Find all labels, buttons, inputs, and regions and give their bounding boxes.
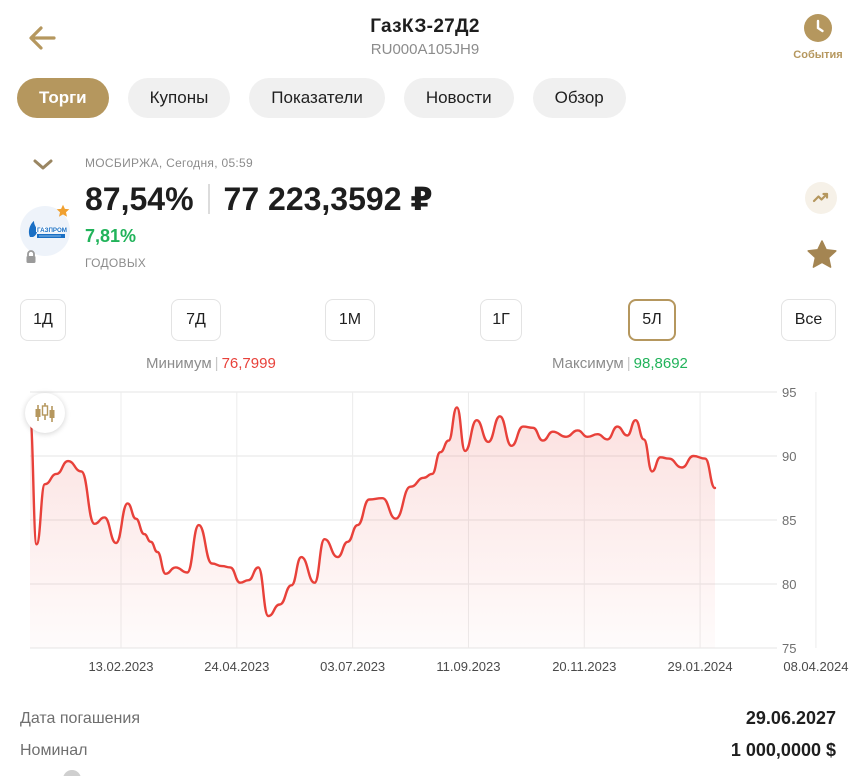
info-row-nominal: Номинал 1 000,0000 $ bbox=[20, 740, 836, 761]
price-chart[interactable]: 95 90 85 80 75 13.02.2023 24.04.2023 03.07.202… bbox=[0, 380, 850, 680]
min-label: Минимум bbox=[146, 355, 212, 372]
collapse-button[interactable] bbox=[30, 154, 56, 174]
x-axis: 13.02.2023 24.04.2023 03.07.2023 11.09.2023… bbox=[88, 659, 848, 674]
info-row-maturity: Дата погашения 29.06.2027 bbox=[20, 708, 836, 729]
price-value: 77 223,3592 ₽ bbox=[223, 181, 433, 217]
price-line: 87,54% 77 223,3592 ₽ bbox=[85, 180, 433, 218]
x-tick-label: 08.04.2024 bbox=[783, 659, 848, 674]
x-tick-label: 13.02.2023 bbox=[88, 659, 153, 674]
max-label: Максимум bbox=[552, 355, 624, 372]
trend-icon bbox=[812, 192, 829, 203]
maturity-label: Дата погашения bbox=[20, 709, 140, 727]
exchange-timestamp: МОСБИРЖА, Сегодня, 05:59 bbox=[85, 156, 254, 170]
y-tick-label: 80 bbox=[782, 577, 796, 592]
nominal-value: 1 000,0000 $ bbox=[730, 740, 836, 760]
period-1m[interactable]: 1М bbox=[325, 299, 375, 341]
x-tick-label: 11.09.2023 bbox=[436, 659, 500, 674]
tab-bar: Торги Купоны Показатели Новости Обзор bbox=[17, 78, 626, 118]
period-5y[interactable]: 5Л bbox=[628, 299, 676, 341]
title-block: ГазКЗ-27Д2 RU000A105JH9 bbox=[0, 16, 850, 58]
x-tick-label: 03.07.2023 bbox=[320, 659, 385, 674]
events-button[interactable]: События bbox=[786, 14, 850, 61]
quote-block: МОСБИРЖА, Сегодня, 05:59 87,54% 77 223,3… bbox=[0, 150, 850, 280]
y-tick-label: 90 bbox=[782, 449, 796, 464]
period-all[interactable]: Все bbox=[781, 299, 836, 341]
tab-overview[interactable]: Обзор bbox=[532, 78, 626, 118]
min-value: 76,7999 bbox=[221, 355, 276, 372]
y-tick-label: 85 bbox=[782, 513, 796, 528]
lock-icon bbox=[26, 250, 36, 263]
period-selector: 1Д 7Д 1М 1Г 5Л Все bbox=[20, 299, 836, 341]
arrow-left-icon bbox=[29, 26, 56, 50]
period-1d[interactable]: 1Д bbox=[20, 299, 66, 341]
page-title: ГазКЗ-27Д2 bbox=[370, 16, 480, 37]
tab-trading[interactable]: Торги bbox=[17, 78, 109, 118]
candlestick-toggle-button[interactable] bbox=[25, 393, 65, 433]
x-tick-label: 29.01.2024 bbox=[668, 659, 733, 674]
trend-button[interactable] bbox=[805, 182, 837, 214]
min-block: Минимум | 76,7999 bbox=[146, 355, 276, 372]
x-tick-label: 24.04.2023 bbox=[204, 659, 269, 674]
nominal-label: Номинал bbox=[20, 741, 88, 759]
logo-text: ГАЗПРОМ bbox=[37, 227, 67, 234]
isin-code: RU000A105JH9 bbox=[370, 41, 480, 58]
tab-news[interactable]: Новости bbox=[403, 78, 514, 118]
tab-coupons[interactable]: Купоны bbox=[127, 78, 231, 118]
clock-icon bbox=[804, 14, 832, 42]
yield-label: ГОДОВЫХ bbox=[85, 256, 147, 270]
chevron-down-icon bbox=[33, 159, 53, 170]
period-7d[interactable]: 7Д bbox=[171, 299, 221, 341]
favorite-button[interactable] bbox=[805, 238, 839, 272]
header: ГазКЗ-27Д2 RU000A105JH9 События bbox=[0, 0, 850, 70]
maturity-value: 29.06.2027 bbox=[745, 708, 836, 728]
max-block: Максимум | 98,8692 bbox=[552, 355, 688, 372]
y-tick-label: 75 bbox=[782, 641, 796, 656]
x-tick-label: 20.11.2023 bbox=[552, 659, 616, 674]
yield-value: 7,81% bbox=[85, 226, 137, 246]
back-button[interactable] bbox=[24, 20, 60, 56]
star-icon bbox=[807, 240, 837, 268]
info-icon[interactable] bbox=[63, 770, 81, 776]
events-label: События bbox=[793, 49, 843, 61]
price-divider bbox=[207, 184, 210, 214]
period-1y[interactable]: 1Г bbox=[480, 299, 522, 341]
series-area bbox=[30, 407, 715, 648]
candlestick-icon bbox=[35, 403, 55, 422]
max-value: 98,8692 bbox=[633, 355, 688, 372]
favorite-star-icon bbox=[56, 204, 70, 217]
y-tick-label: 95 bbox=[782, 385, 796, 400]
y-axis: 95 90 85 80 75 bbox=[782, 385, 796, 656]
tab-indicators[interactable]: Показатели bbox=[249, 78, 385, 118]
price-percent: 87,54% bbox=[85, 180, 194, 217]
